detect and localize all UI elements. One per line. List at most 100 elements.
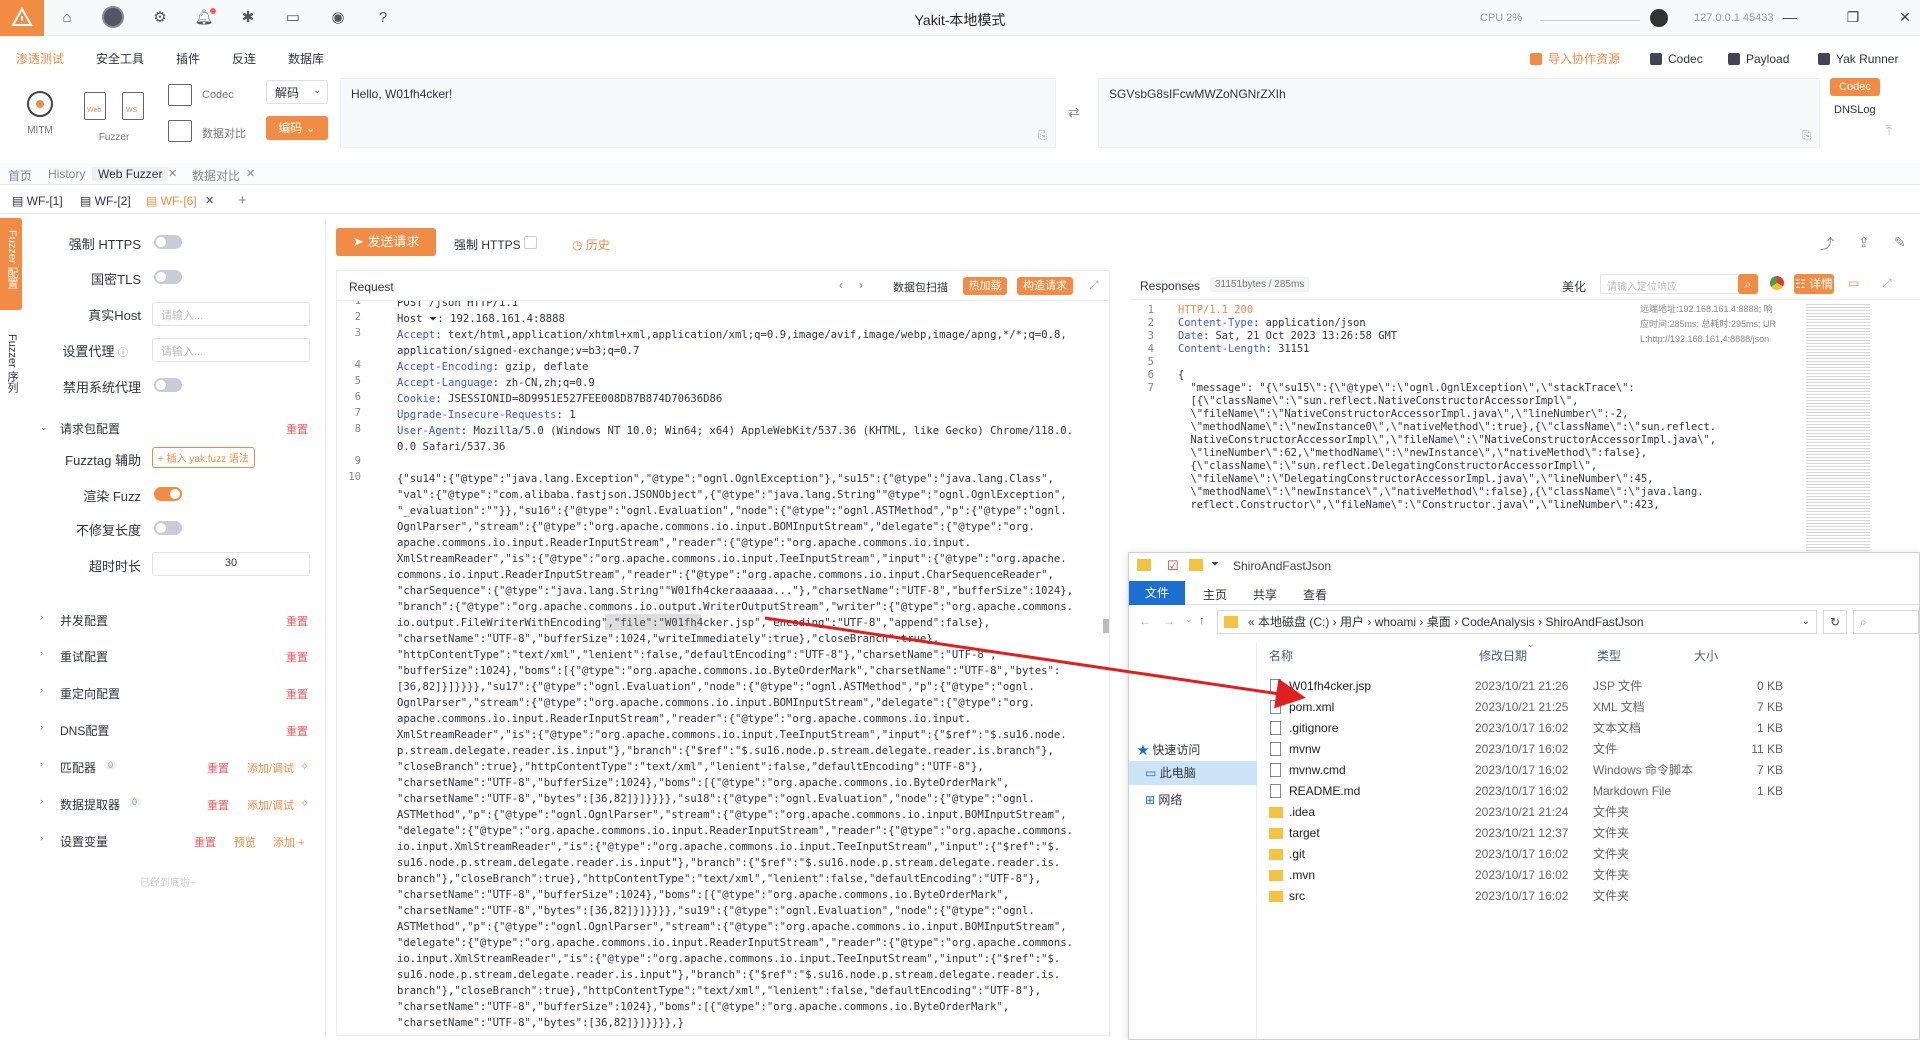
quick-access-dropdown-icon[interactable]: ⏷: [1211, 559, 1219, 570]
file-row[interactable]: target 2023/10/21 12:37 文件夹: [1267, 823, 1917, 844]
dns-section[interactable]: DNS配置: [60, 722, 109, 739]
proxy-input[interactable]: 请输入...: [152, 338, 310, 362]
tab-web-fuzzer[interactable]: Web Fuzzer: [92, 167, 169, 181]
chrome-icon[interactable]: [1770, 276, 1784, 290]
gm-tls-toggle[interactable]: [154, 270, 182, 284]
retry-section[interactable]: 重试配置: [60, 648, 108, 665]
chevron-down-icon[interactable]: ⌄: [1802, 611, 1810, 633]
comment-icon[interactable]: ▭: [1848, 276, 1859, 290]
add-debug-button[interactable]: 添加/调试: [247, 797, 294, 813]
ws-fuzzer-icon[interactable]: WS: [122, 92, 144, 120]
force-https-checkbox[interactable]: [524, 236, 537, 249]
detail-button[interactable]: ☷ 详情: [1794, 274, 1834, 294]
back-icon[interactable]: ←: [1139, 614, 1151, 628]
column-type[interactable]: 类型: [1597, 647, 1621, 664]
reset-button[interactable]: 重置: [286, 723, 308, 739]
collapse-icon[interactable]: ⤒: [1886, 122, 1892, 139]
add-tab-icon[interactable]: +: [238, 192, 247, 209]
web-fuzzer-icon[interactable]: Web: [84, 92, 106, 120]
refresh-icon[interactable]: ↻: [1823, 610, 1847, 634]
concurrency-section[interactable]: 并发配置: [60, 612, 108, 629]
chevron-right-icon[interactable]: ›: [859, 278, 863, 292]
nav-quick-access[interactable]: ★ 快速访问: [1137, 739, 1257, 761]
close-tab-icon[interactable]: ✕: [205, 194, 214, 207]
compare-tool-icon[interactable]: [168, 120, 192, 142]
chevron-right-icon[interactable]: ›: [40, 759, 43, 769]
reset-button[interactable]: 重置: [207, 760, 229, 776]
maximize-icon[interactable]: ❐: [1843, 9, 1863, 27]
codec-output[interactable]: SGVsbG8sIFcwMWZoNGNrZXIh ⎘: [1098, 78, 1820, 148]
tab-home[interactable]: 首页: [8, 167, 32, 184]
decode-select[interactable]: 解码 ⌄: [266, 80, 328, 104]
search-input[interactable]: ⌕: [1853, 610, 1919, 634]
file-row[interactable]: .gitignore 2023/10/17 16:02 文本文档 1 KB: [1267, 718, 1917, 739]
locate-response-input[interactable]: 请输入定位响应: [1600, 274, 1740, 294]
build-request-button[interactable]: 构造请求: [1017, 277, 1073, 295]
forward-icon[interactable]: →: [1163, 614, 1175, 628]
chevron-right-icon[interactable]: ›: [40, 685, 43, 695]
scrollbar-thumb[interactable]: [1103, 619, 1109, 633]
codec-tool-icon[interactable]: [168, 84, 192, 106]
expand-icon[interactable]: ⤢: [1882, 276, 1892, 291]
ribbon-file-tab[interactable]: 文件: [1129, 581, 1185, 605]
reset-button[interactable]: 重置: [286, 421, 308, 437]
file-row[interactable]: src 2023/10/17 16:02 文件夹: [1267, 886, 1917, 907]
codec-input[interactable]: Hello, W01fh4cker! ⎘: [340, 78, 1056, 148]
chevron-down-icon[interactable]: ⌄: [1185, 614, 1193, 625]
close-icon[interactable]: ✕: [1895, 9, 1915, 27]
menu-database[interactable]: 数据库: [288, 50, 324, 67]
codec-side-tab[interactable]: Codec: [1830, 78, 1880, 96]
dnslog-side-tab[interactable]: DNSLog: [1834, 104, 1876, 116]
file-row[interactable]: mvnw.cmd 2023/10/17 16:02 Windows 命令脚本 7 KB: [1267, 760, 1917, 781]
share-icon[interactable]: ⤴: [1820, 234, 1834, 254]
reset-button[interactable]: 重置: [286, 686, 308, 702]
hot-load-button[interactable]: 热加载: [963, 277, 1007, 295]
mitm-tool[interactable]: MITM: [18, 86, 62, 136]
codec-button[interactable]: Codec: [1650, 48, 1703, 70]
copy-icon[interactable]: ⎘: [1802, 130, 1811, 143]
pkg-config-header[interactable]: 请求包配置: [60, 420, 120, 437]
extractor-section[interactable]: 数据提取器: [60, 796, 120, 813]
edit-icon[interactable]: ✎: [1894, 234, 1906, 251]
response-minimap[interactable]: [1806, 302, 1870, 552]
chevron-right-icon[interactable]: ›: [40, 796, 43, 806]
real-host-input[interactable]: 请输入...: [152, 302, 310, 326]
codec-tool-label[interactable]: Codec: [202, 89, 234, 101]
chevron-right-icon[interactable]: ›: [40, 833, 43, 843]
column-name[interactable]: 名称: [1269, 647, 1293, 664]
file-row[interactable]: pom.xml 2023/10/21 21:25 XML 文档 7 KB: [1267, 697, 1917, 718]
path-segment[interactable]: ShiroAndFastJson: [1545, 615, 1643, 629]
address-bar[interactable]: « 本地磁盘 (C:) › 用户 › whoami › 桌面 › CodeAna…: [1217, 610, 1817, 634]
compare-tool-label[interactable]: 数据对比: [202, 125, 246, 141]
swap-icon[interactable]: ⇄: [1068, 104, 1080, 121]
ribbon-share-tab[interactable]: 共享: [1253, 586, 1277, 603]
reset-button[interactable]: 重置: [286, 613, 308, 629]
column-size[interactable]: 大小: [1694, 647, 1718, 664]
add-debug-button[interactable]: 添加/调试: [247, 760, 294, 776]
render-fuzz-toggle[interactable]: [154, 487, 182, 501]
add-button[interactable]: 添加 +: [273, 834, 304, 850]
menu-reverse[interactable]: 反连: [232, 50, 256, 67]
export-icon[interactable]: ⇪: [1858, 234, 1870, 251]
fuzzer-sequence-side-tab[interactable]: Fuzzer 序列: [0, 330, 22, 420]
up-icon[interactable]: ↑: [1199, 613, 1205, 627]
search-icon[interactable]: ⌕: [1738, 274, 1758, 294]
subtab-wf-6[interactable]: ▤ WF-[6]: [146, 194, 197, 208]
beautify-button[interactable]: 美化: [1562, 278, 1586, 295]
path-segment[interactable]: whoami: [1375, 615, 1416, 629]
chevron-down-icon[interactable]: ⌄: [40, 422, 48, 433]
redirect-section[interactable]: 重定向配置: [60, 685, 120, 702]
checkbox-icon[interactable]: ☑: [1167, 558, 1179, 574]
chevron-right-icon[interactable]: ›: [40, 722, 43, 732]
yak-runner-button[interactable]: Yak Runner: [1818, 48, 1898, 70]
packet-scan-button[interactable]: 数据包扫描: [893, 279, 948, 295]
reset-button[interactable]: 重置: [207, 797, 229, 813]
file-row[interactable]: .git 2023/10/17 16:02 文件夹: [1267, 844, 1917, 865]
file-row[interactable]: W01fh4cker.jsp 2023/10/21 21:26 JSP 文件 0 KB: [1267, 676, 1917, 697]
chevron-right-icon[interactable]: ›: [40, 612, 43, 622]
ribbon-home-tab[interactable]: 主页: [1203, 586, 1227, 603]
menu-pentest[interactable]: 渗透测试: [16, 50, 64, 67]
reset-button[interactable]: 重置: [286, 649, 308, 665]
expand-icon[interactable]: ⤢: [1089, 278, 1099, 293]
tab-history[interactable]: History: [48, 167, 85, 181]
